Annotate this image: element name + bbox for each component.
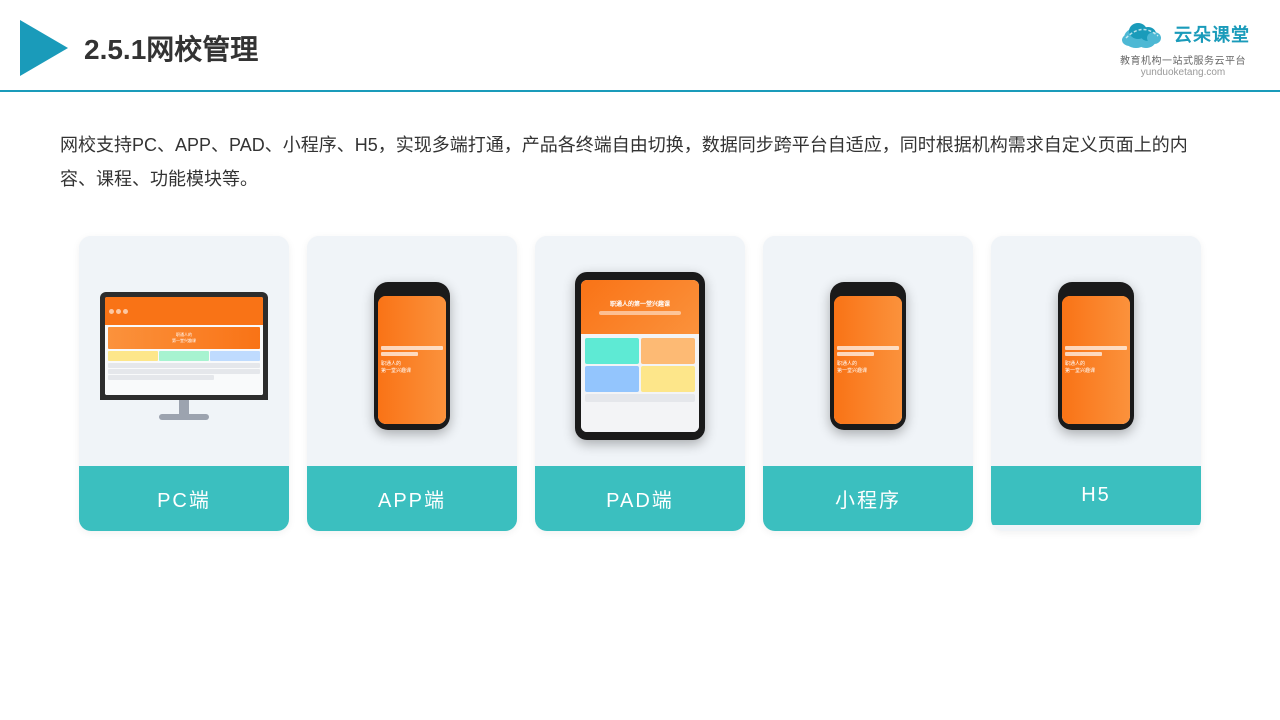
- pad-image-area: 职通人的第一堂兴趣课: [535, 236, 745, 466]
- h5-screen: 职通人的第一堂兴趣课 H5页面: [1062, 296, 1130, 424]
- app-label: APP端: [307, 466, 517, 531]
- monitor-screen: 职通人的第一堂兴趣课: [105, 297, 263, 395]
- pad-tablet: 职通人的第一堂兴趣课: [575, 272, 705, 440]
- h5-notch: [1082, 288, 1110, 294]
- logo-area: 云朵课堂 教育机构一站式服务云平台 yunduoketang.com: [1116, 18, 1250, 78]
- h5-label: H5: [991, 466, 1201, 525]
- phone-notch: [398, 288, 426, 294]
- pc-label: PC端: [79, 466, 289, 531]
- miniapp-label: 小程序: [763, 466, 973, 531]
- miniapp-phone: 职通人的第一堂兴趣课 推荐课程: [830, 282, 906, 430]
- logo-text: 云朵课堂: [1174, 21, 1250, 47]
- h5-phone: 职通人的第一堂兴趣课 H5页面: [1058, 282, 1134, 430]
- logo-cloud: 云朵课堂: [1116, 18, 1250, 50]
- card-pad: 职通人的第一堂兴趣课 PAD端: [535, 236, 745, 531]
- pc-image-area: 职通人的第一堂兴趣课: [79, 236, 289, 466]
- app-screen: 职通人的第一堂兴趣课: [378, 296, 446, 424]
- logo-url: yunduoketang.com: [1141, 67, 1226, 78]
- card-miniapp: 职通人的第一堂兴趣课 推荐课程 小程序: [763, 236, 973, 531]
- card-pc: 职通人的第一堂兴趣课: [79, 236, 289, 531]
- header-left: 2.5.1网校管理: [20, 20, 258, 76]
- monitor-frame: 职通人的第一堂兴趣课: [100, 292, 268, 400]
- cards-container: 职通人的第一堂兴趣课: [0, 216, 1280, 551]
- h5-image-area: 职通人的第一堂兴趣课 H5页面: [991, 236, 1201, 466]
- logo-tagline: 教育机构一站式服务云平台: [1120, 52, 1246, 67]
- pc-monitor: 职通人的第一堂兴趣课: [100, 292, 268, 420]
- cloud-icon: [1116, 18, 1168, 50]
- card-app: 职通人的第一堂兴趣课 APP端: [307, 236, 517, 531]
- pad-label: PAD端: [535, 466, 745, 531]
- miniapp-screen: 职通人的第一堂兴趣课 推荐课程: [834, 296, 902, 424]
- app-phone: 职通人的第一堂兴趣课: [374, 282, 450, 430]
- header: 2.5.1网校管理 云朵课堂 教育机构一站式服务云平台 yunduoketang…: [0, 0, 1280, 92]
- miniapp-image-area: 职通人的第一堂兴趣课 推荐课程: [763, 236, 973, 466]
- miniapp-notch: [854, 288, 882, 294]
- description-text: 网校支持PC、APP、PAD、小程序、H5，实现多端打通，产品各终端自由切换，数…: [0, 92, 1280, 216]
- pad-screen: 职通人的第一堂兴趣课: [581, 280, 699, 432]
- page-title: 2.5.1网校管理: [84, 28, 258, 68]
- app-image-area: 职通人的第一堂兴趣课: [307, 236, 517, 466]
- play-icon: [20, 20, 68, 76]
- card-h5: 职通人的第一堂兴趣课 H5页面 H5: [991, 236, 1201, 531]
